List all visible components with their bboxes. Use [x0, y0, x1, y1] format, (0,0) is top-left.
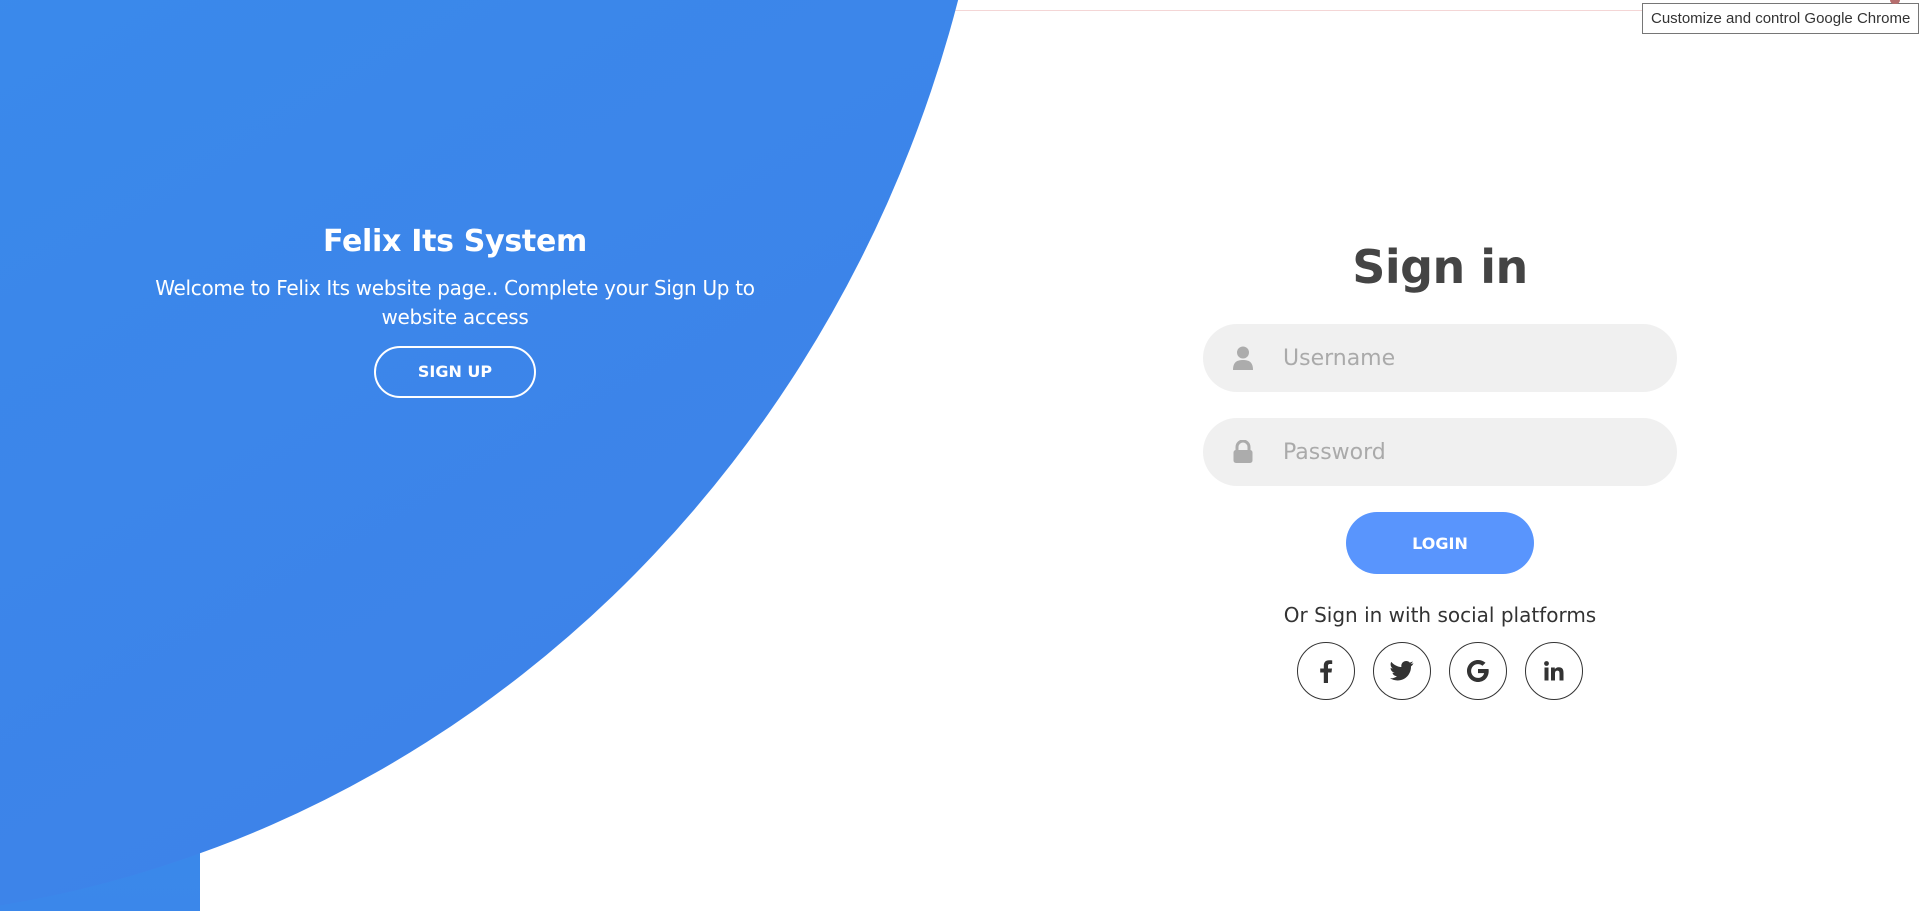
social-media-row	[1203, 642, 1677, 700]
login-page: Felix Its System Welcome to Felix Its we…	[0, 0, 1919, 911]
browser-tooltip: Customize and control Google Chrome	[1642, 3, 1919, 34]
signin-form: Sign in LOGIN Or Sign in with social pla…	[1203, 232, 1677, 700]
password-field	[1203, 418, 1677, 486]
brand-title: Felix Its System	[323, 224, 587, 259]
google-icon[interactable]	[1449, 642, 1507, 700]
twitter-icon[interactable]	[1373, 642, 1431, 700]
password-input[interactable]	[1283, 418, 1677, 486]
linkedin-icon[interactable]	[1525, 642, 1583, 700]
user-icon	[1203, 346, 1283, 370]
login-button[interactable]: LOGIN	[1346, 512, 1534, 574]
signup-button[interactable]: SIGN UP	[374, 346, 536, 398]
left-panel-content: Felix Its System Welcome to Felix Its we…	[110, 222, 800, 398]
username-field	[1203, 324, 1677, 392]
lock-icon	[1203, 440, 1283, 464]
signin-title: Sign in	[1352, 240, 1528, 294]
blue-curved-panel	[0, 0, 1000, 911]
social-signin-text: Or Sign in with social platforms	[1283, 603, 1597, 627]
username-input[interactable]	[1283, 324, 1677, 392]
facebook-icon[interactable]	[1297, 642, 1355, 700]
brand-description: Welcome to Felix Its website page.. Comp…	[155, 276, 755, 329]
